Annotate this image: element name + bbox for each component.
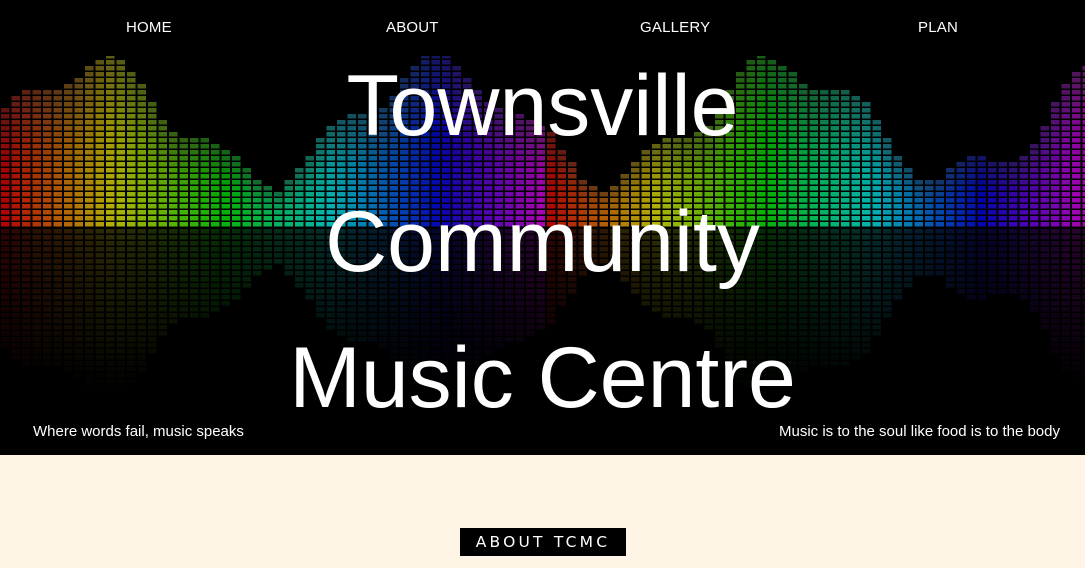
- about-section: ABOUT TCMC: [0, 455, 1085, 568]
- tagline-left: Where words fail, music speaks: [33, 423, 244, 440]
- nav-plan-link[interactable]: PLAN: [918, 19, 958, 36]
- tagline-right: Music is to the soul like food is to the…: [779, 423, 1060, 440]
- hero-banner: HOME ABOUT GALLERY PLAN Townsville Commu…: [0, 0, 1085, 455]
- nav-home-link[interactable]: HOME: [126, 19, 172, 36]
- page-title: Townsville Community Music Centre: [0, 38, 1085, 446]
- title-line-1: Townsville: [346, 58, 739, 154]
- nav-gallery-link[interactable]: GALLERY: [640, 19, 710, 36]
- about-heading: ABOUT TCMC: [460, 528, 626, 556]
- title-line-2: Community: [325, 194, 760, 290]
- nav-about-link[interactable]: ABOUT: [386, 19, 439, 36]
